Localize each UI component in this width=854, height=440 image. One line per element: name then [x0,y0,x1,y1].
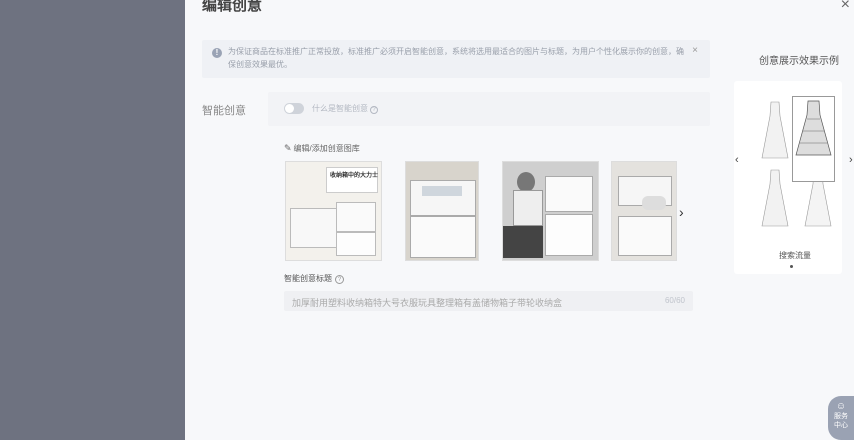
smart-creative-label: 智能创意 [202,105,246,117]
gallery-image-3[interactable] [502,161,599,261]
notice-banner: ! 为保证商品在标准推广正常投放，标准推广必须开启智能创意，系统将选用最适合的图… [202,40,710,78]
smile-icon: ☺ [835,401,847,412]
gallery-image-4[interactable] [611,161,677,261]
person-body [513,190,543,226]
close-icon[interactable]: × [841,0,850,14]
box-shape [545,214,593,256]
clothes-shape [422,186,462,196]
box-shape [290,208,342,248]
preview-next-arrow[interactable]: › [849,154,853,166]
person-head [517,172,535,192]
box-shape [545,176,593,212]
toggle-knob [285,104,294,113]
question-icon: ? [370,106,378,114]
preview-caption: 搜索流量 [779,251,811,260]
promo-text: 收纳箱中的大力士 [330,173,379,179]
smart-creative-box: 什么是智能创意? [268,92,710,126]
preview-heading: 创意展示效果示例 [759,56,839,67]
box-shape [336,202,376,232]
box-shape [410,216,476,258]
notice-text: 为保证商品在标准推广正常投放，标准推广必须开启智能创意，系统将选用最适合的图片与… [228,47,684,69]
featured-product-card [792,96,835,182]
gallery-image-2[interactable] [405,161,479,261]
box-shape [618,216,672,256]
dress-image-2 [761,169,789,227]
drawer-title: 编辑创意 [202,0,263,14]
creative-title-value: 加厚耐用塑料收纳箱特大号衣服玩具整理箱有盖储物箱子带轮收纳盒 [292,298,563,308]
edit-gallery-label: 编辑/添加创意图库 [293,144,360,153]
what-is-text: 什么是智能创意 [312,104,368,113]
edit-creative-drawer: 编辑创意 × ! 为保证商品在标准推广正常投放，标准推广必须开启智能创意，系统将… [185,0,854,440]
carousel-dot[interactable] [790,265,793,268]
preview-prev-arrow[interactable]: ‹ [735,154,739,166]
box-shape [336,232,376,256]
notice-close-icon[interactable]: × [692,45,698,56]
dress-image-1 [761,101,789,159]
support-label-1: 服务 [834,413,848,420]
support-label-2: 中心 [834,422,848,429]
gallery-next-arrow[interactable]: › [679,204,684,220]
gallery-image-1[interactable]: 收纳箱中的大力士 [285,161,382,261]
pillow-shape [642,196,666,210]
support-center-button[interactable]: ☺ 服务 中心 [828,396,854,440]
what-is-smart-creative-link[interactable]: 什么是智能创意? [312,103,378,114]
modal-backdrop[interactable] [0,0,185,440]
info-icon: ! [212,48,222,58]
creative-title-label-text: 智能创意标题 [284,274,332,283]
char-count: 60/60 [664,296,685,305]
creative-title-input[interactable]: 加厚耐用塑料收纳箱特大号衣服玩具整理箱有盖储物箱子带轮收纳盒 60/60 [284,291,693,311]
help-icon[interactable]: ? [335,275,344,284]
edit-gallery-link[interactable]: ✎ 编辑/添加创意图库 [284,143,360,154]
chair-shape [503,226,543,258]
featured-dress-image [795,100,832,156]
creative-title-label: 智能创意标题? [284,273,344,284]
smart-creative-toggle[interactable] [284,103,304,114]
pencil-icon: ✎ [284,143,292,153]
